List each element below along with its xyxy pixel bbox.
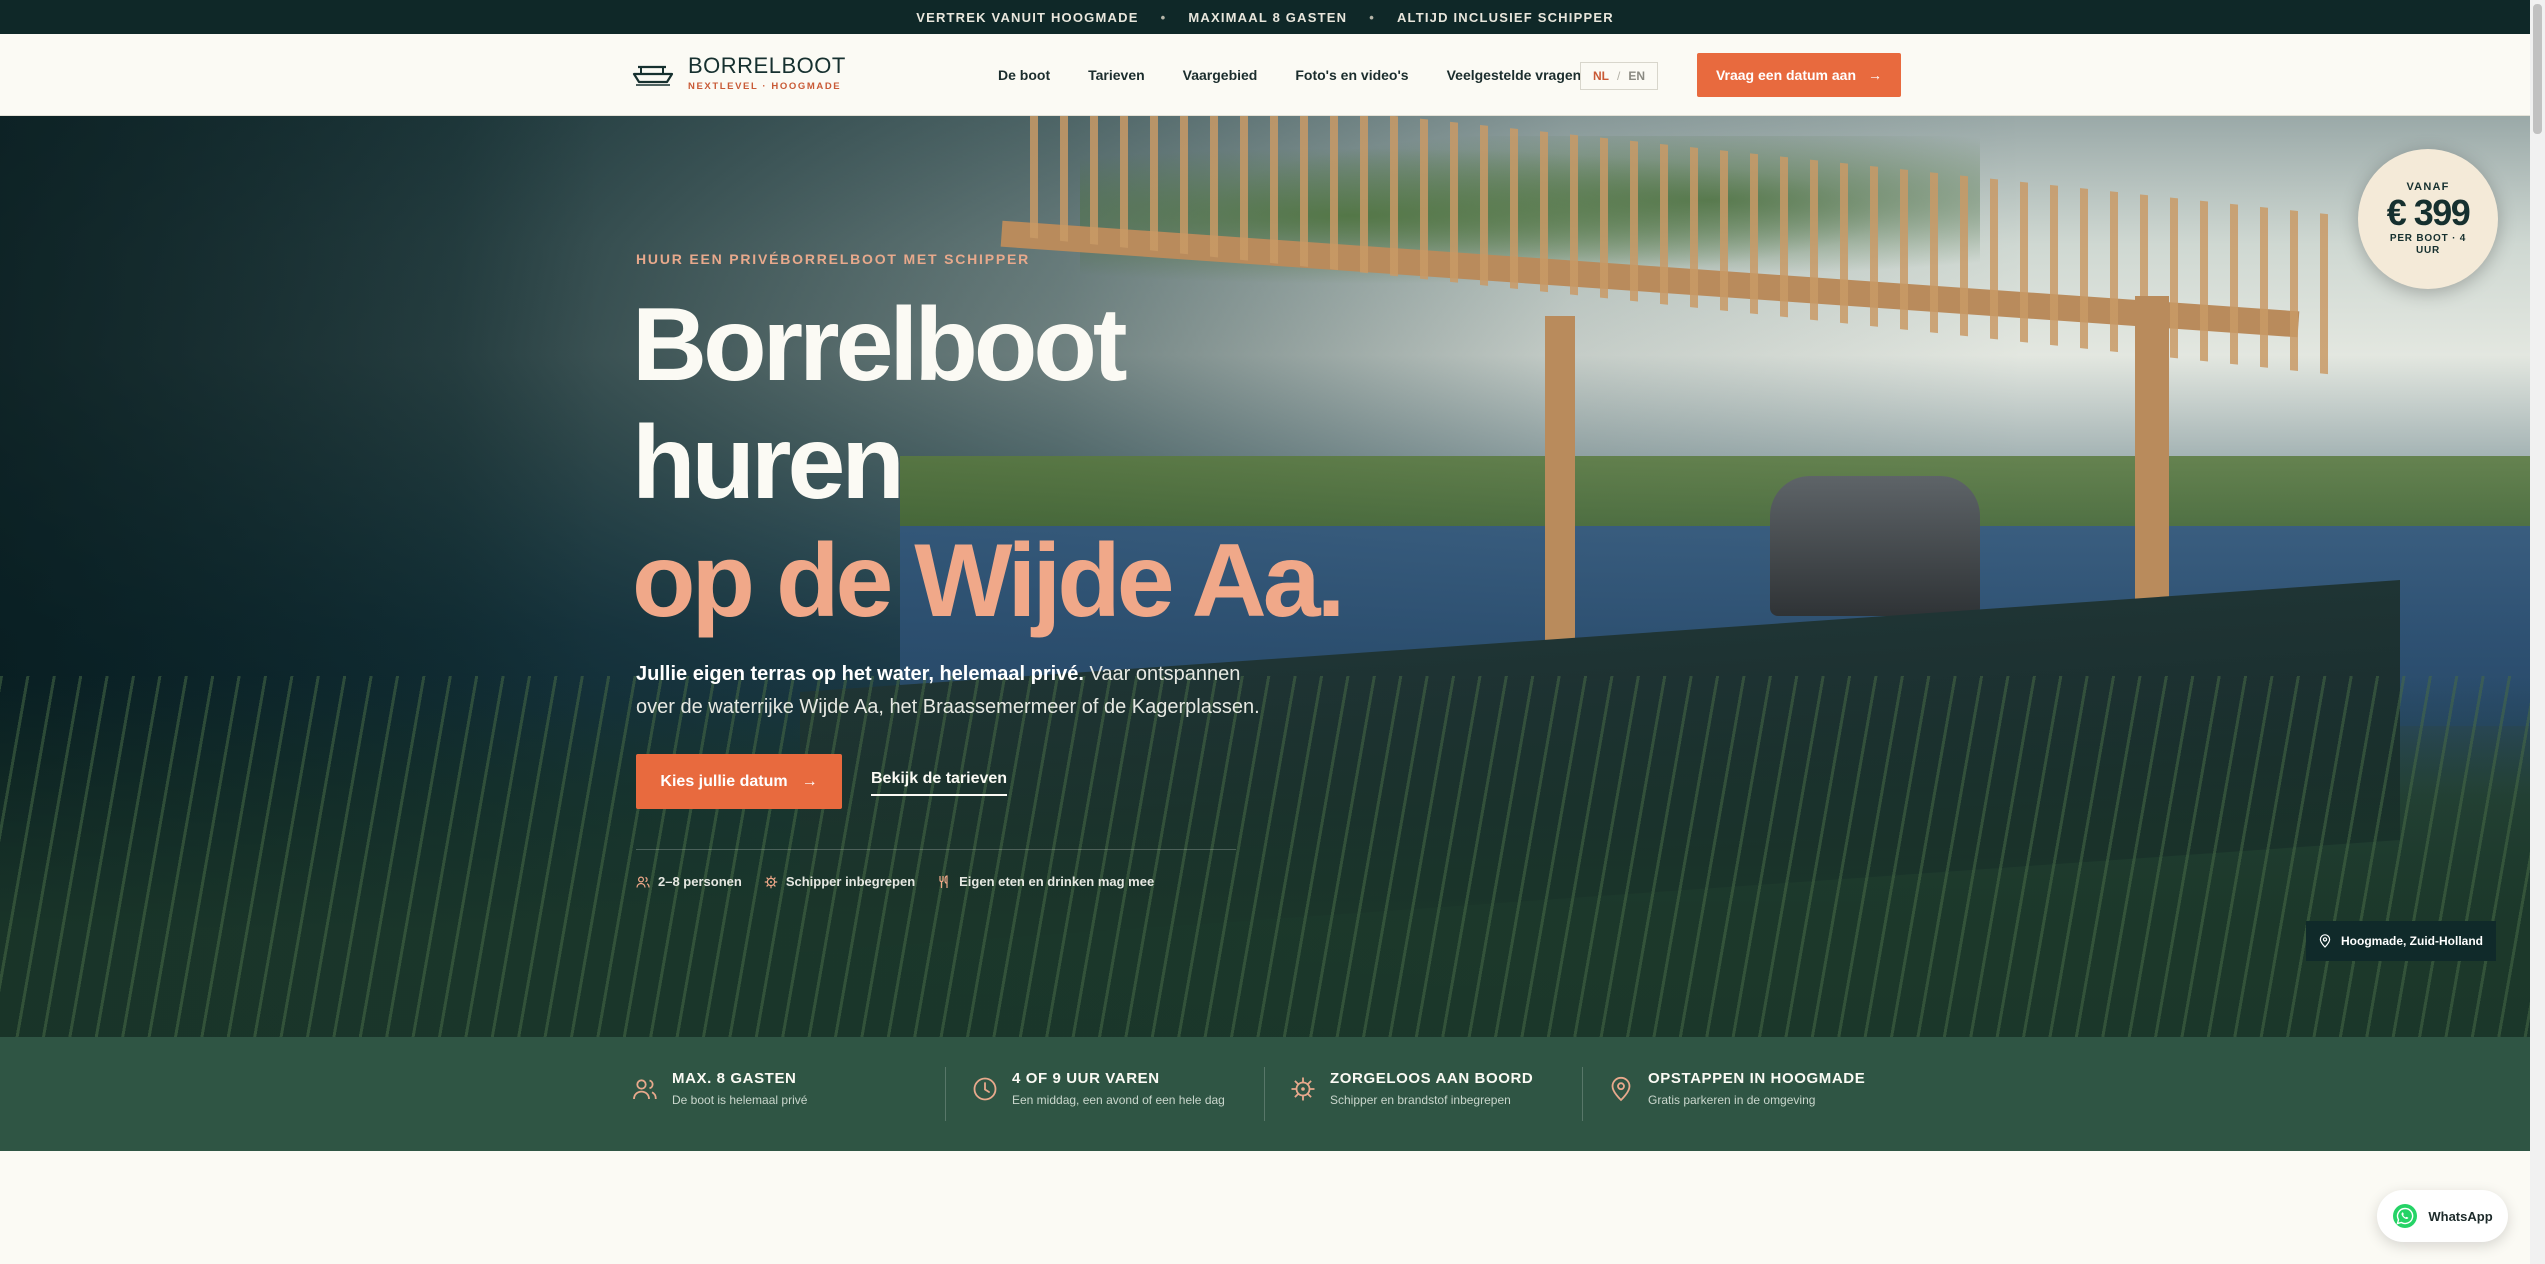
logo[interactable]: BORRELBOOT NEXTLEVEL · HOOGMADE bbox=[632, 54, 846, 92]
language-switch: NL / EN bbox=[1580, 62, 1658, 90]
arrow-right-icon: → bbox=[801, 772, 818, 790]
stats-band: MAX. 8 GASTEN De boot is helemaal privé … bbox=[0, 1037, 2530, 1151]
separator-dot: • bbox=[1369, 9, 1375, 25]
price-amount: € 399 bbox=[2386, 192, 2471, 233]
stat-title: ZORGELOOS AAN BOORD bbox=[1330, 1070, 1534, 1087]
announcement-item: MAXIMAAL 8 GASTEN bbox=[1188, 9, 1348, 25]
cutlery-icon bbox=[939, 874, 948, 888]
separator-dot: • bbox=[1160, 9, 1167, 25]
nav-vaargebied[interactable]: Vaargebied bbox=[1183, 67, 1258, 83]
announcement-item: VERTREK VANUIT HOOGMADE bbox=[916, 9, 1139, 25]
stat-divider bbox=[1582, 1067, 1583, 1121]
feature-item: 2–8 personen bbox=[636, 874, 742, 889]
stat-subtitle: Schipper en brandstof inbegrepen bbox=[1330, 1093, 1511, 1107]
choose-date-label: Kies jullie datum bbox=[660, 772, 788, 790]
hero-lead: Jullie eigen terras op het water, helema… bbox=[636, 658, 1276, 724]
hero-lead-bold: Jullie eigen terras op het water, helema… bbox=[636, 663, 1084, 685]
stat-item: ZORGELOOS AAN BOORD Schipper en brandsto… bbox=[1290, 1070, 1533, 1107]
pin-icon bbox=[2319, 934, 2331, 948]
location-label: Hoogmade, Zuid-Holland bbox=[2341, 934, 2483, 948]
helm-icon bbox=[764, 875, 778, 888]
whatsapp-label: WhatsApp bbox=[2428, 1208, 2493, 1224]
lang-nl[interactable]: NL bbox=[1593, 69, 1609, 83]
price-badge: VANAF € 399 PER BOOT · 4 UUR bbox=[2358, 149, 2498, 289]
logo-subtitle: NEXTLEVEL · HOOGMADE bbox=[688, 81, 842, 92]
price-per: PER BOOT · 4 UUR bbox=[2389, 233, 2467, 256]
announcement-bar: VERTREK VANUIT HOOGMADE • MAXIMAAL 8 GAS… bbox=[0, 0, 2530, 34]
hero-photo-reeds bbox=[0, 676, 2530, 1037]
request-date-label: Vraag een datum aan bbox=[1715, 67, 1857, 83]
choose-date-button[interactable]: Kies jullie datum → bbox=[636, 754, 842, 809]
feature-label: Schipper inbegrepen bbox=[785, 874, 916, 889]
pin-icon bbox=[1611, 1076, 1631, 1102]
stat-item: MAX. 8 GASTEN De boot is helemaal privé bbox=[632, 1070, 807, 1107]
nav-tarieven[interactable]: Tarieven bbox=[1088, 67, 1145, 83]
whatsapp-icon bbox=[2393, 1204, 2418, 1228]
hero-divider bbox=[636, 849, 1236, 850]
hero-section: HUUR EEN PRIVÉBORRELBOOT MET SCHIPPER Bo… bbox=[0, 116, 2530, 1037]
site-header: BORRELBOOT NEXTLEVEL · HOOGMADE De boot … bbox=[0, 34, 2530, 116]
main-nav: De boot Tarieven Vaargebied Foto's en vi… bbox=[998, 34, 1619, 116]
feature-label: 2–8 personen bbox=[658, 874, 742, 889]
nav-fotos-videos[interactable]: Foto's en video's bbox=[1295, 67, 1408, 83]
hero-title-line: huren bbox=[632, 405, 905, 521]
announcement-item: ALTIJD INCLUSIEF SCHIPPER bbox=[1396, 9, 1614, 25]
feature-item: Schipper inbegrepen bbox=[764, 874, 915, 889]
stat-title: OPSTAPPEN IN HOOGMADE bbox=[1648, 1070, 1866, 1087]
nav-de-boot[interactable]: De boot bbox=[998, 67, 1050, 83]
hero-eyebrow: HUUR EEN PRIVÉBORRELBOOT MET SCHIPPER bbox=[636, 251, 1031, 267]
stat-subtitle: De boot is helemaal privé bbox=[672, 1093, 808, 1107]
feature-item: Eigen eten en drinken mag mee bbox=[937, 874, 1154, 889]
location-chip: Hoogmade, Zuid-Holland bbox=[2306, 921, 2496, 961]
stat-item: 4 OF 9 UUR VAREN Een middag, een avond o… bbox=[972, 1070, 1225, 1107]
lang-en[interactable]: EN bbox=[1628, 69, 1645, 83]
nav-veelgestelde-vragen[interactable]: Veelgestelde vragen bbox=[1447, 67, 1582, 83]
arrow-right-icon: → bbox=[1868, 67, 1883, 83]
stat-subtitle: Een middag, een avond of een hele dag bbox=[1012, 1093, 1225, 1107]
hero-title: Borrelboot huren op de Wijde Aa. bbox=[632, 286, 1345, 640]
stat-divider bbox=[945, 1067, 946, 1121]
users-icon bbox=[636, 875, 650, 888]
whatsapp-button[interactable]: WhatsApp bbox=[2377, 1190, 2508, 1242]
hero-title-accent: op de Wijde Aa. bbox=[632, 523, 1345, 639]
logo-title: BORRELBOOT bbox=[688, 53, 846, 78]
boat-logo-icon bbox=[632, 65, 674, 86]
users-icon bbox=[633, 1079, 657, 1100]
hero-photo-grill bbox=[1770, 476, 1980, 616]
lang-separator: / bbox=[1616, 69, 1621, 83]
hero-features: 2–8 personen Schipper inbegrepen Eigen e… bbox=[636, 874, 1154, 889]
request-date-button[interactable]: Vraag een datum aan → bbox=[1697, 53, 1901, 97]
stat-item: OPSTAPPEN IN HOOGMADE Gratis parkeren in… bbox=[1608, 1070, 1865, 1107]
stat-title: MAX. 8 GASTEN bbox=[672, 1070, 797, 1087]
hero-title-line: Borrelboot bbox=[632, 287, 1128, 403]
helm-icon bbox=[1291, 1077, 1315, 1101]
stat-title: 4 OF 9 UUR VAREN bbox=[1012, 1070, 1160, 1087]
feature-label: Eigen eten en drinken mag mee bbox=[959, 874, 1155, 889]
scrollbar-thumb[interactable] bbox=[2533, 4, 2542, 134]
stat-subtitle: Gratis parkeren in de omgeving bbox=[1648, 1093, 1816, 1107]
page-scrollbar[interactable] bbox=[2530, 0, 2545, 1264]
clock-icon bbox=[973, 1077, 997, 1101]
stat-divider bbox=[1264, 1067, 1265, 1121]
view-rates-link[interactable]: Bekijk de tarieven bbox=[871, 770, 1008, 796]
